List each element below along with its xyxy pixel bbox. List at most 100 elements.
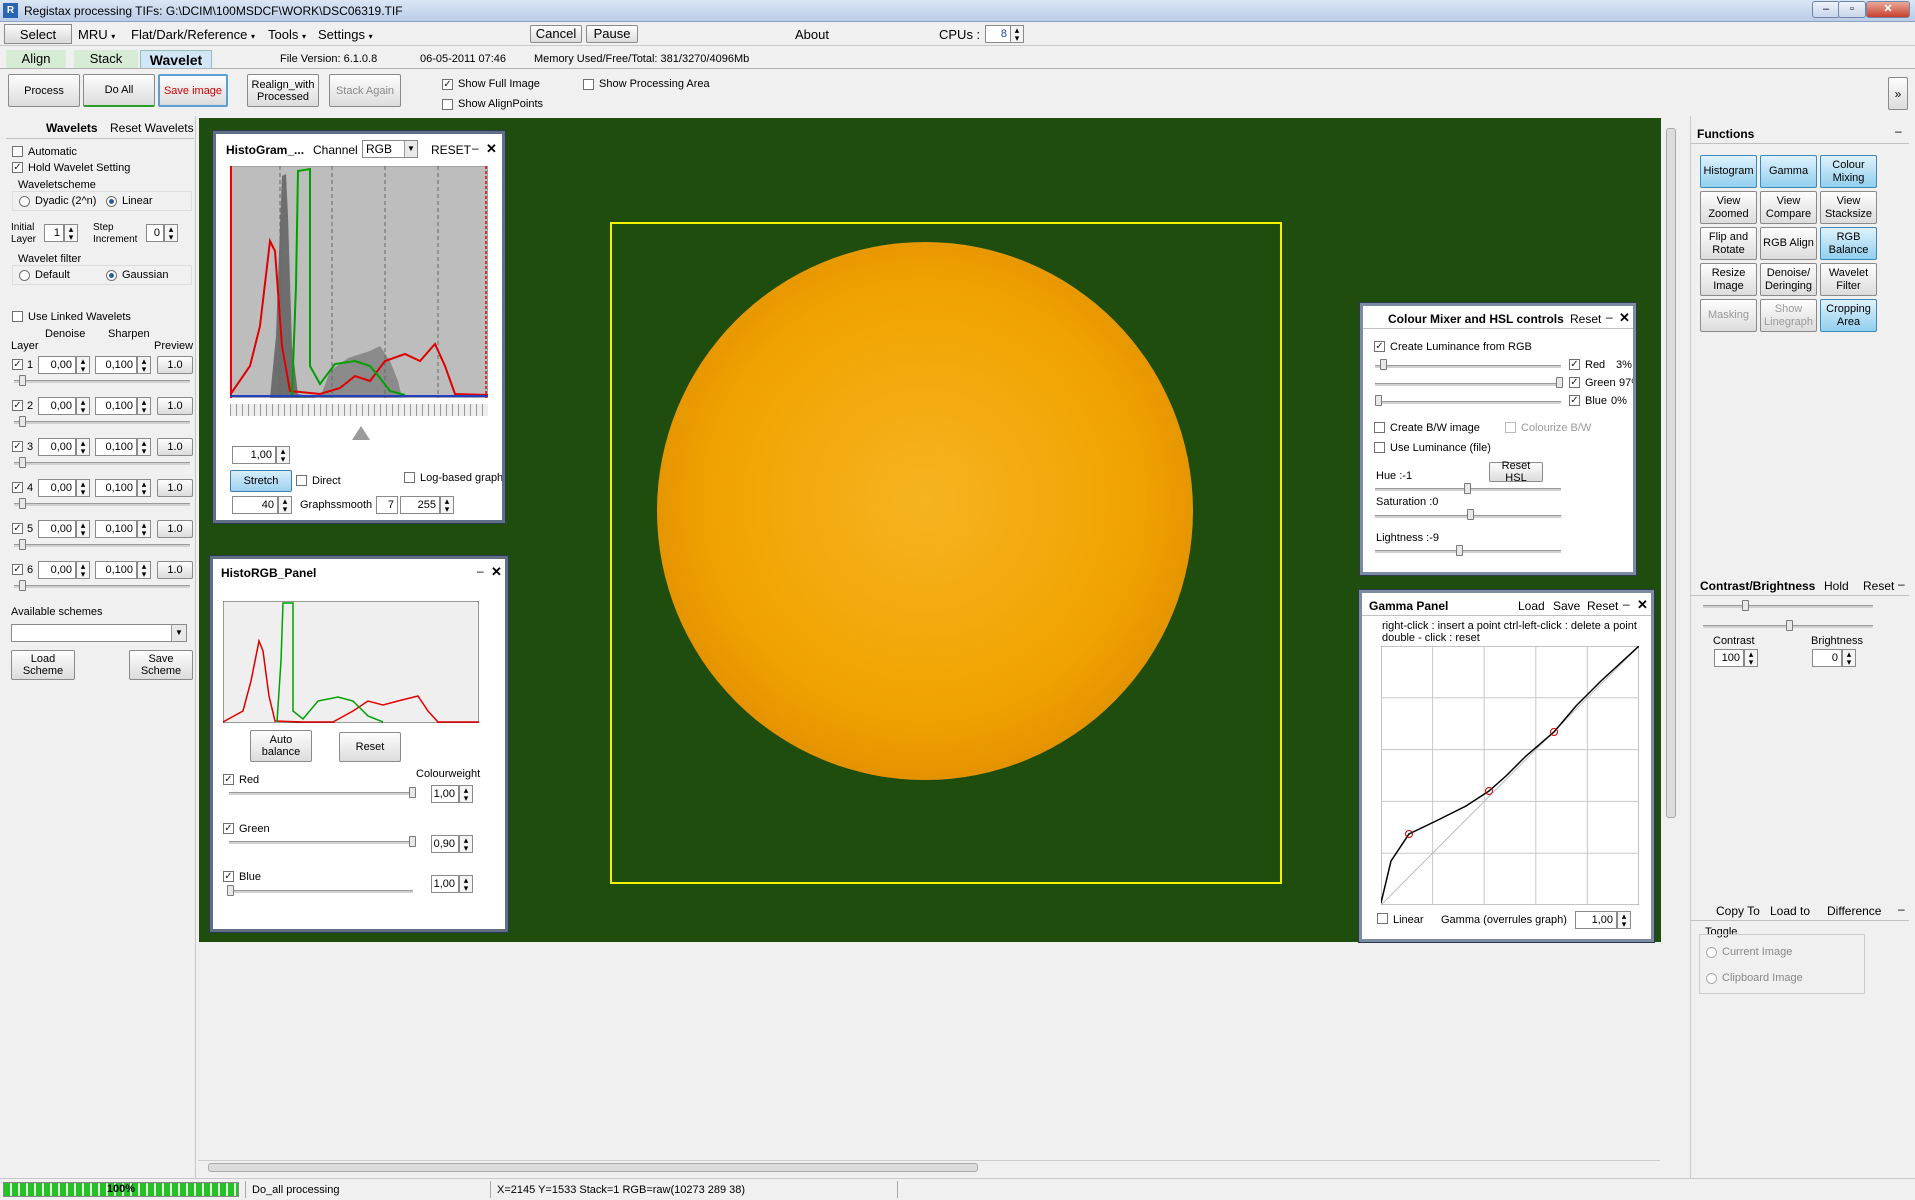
- red-slider[interactable]: [229, 792, 413, 795]
- show-full-image-checkbox[interactable]: ✓: [442, 79, 453, 90]
- load-scheme-button[interactable]: Load Scheme: [11, 650, 75, 680]
- crop-area-rectangle[interactable]: [610, 222, 1282, 884]
- gamma-reset-button[interactable]: Reset: [1587, 599, 1618, 613]
- function-cropping-area-button[interactable]: Cropping Area: [1820, 299, 1877, 332]
- function-masking-button[interactable]: Masking: [1700, 299, 1757, 332]
- green-mix-slider[interactable]: [1375, 383, 1561, 386]
- initial-layer-input[interactable]: 1: [44, 224, 64, 242]
- minimize-icon[interactable]: –: [477, 564, 484, 578]
- load-to-button[interactable]: Load to: [1770, 904, 1810, 918]
- collapse-icon[interactable]: –: [1895, 124, 1902, 138]
- menu-tools[interactable]: Tools ▾: [268, 27, 306, 42]
- contrast-input[interactable]: 100: [1714, 649, 1744, 667]
- function-rgb-balance-button[interactable]: RGB Balance: [1820, 227, 1877, 260]
- scrollbar-thumb[interactable]: [1666, 128, 1676, 818]
- layer-slider[interactable]: [14, 421, 190, 424]
- horizontal-scrollbar[interactable]: [198, 1160, 1660, 1174]
- cancel-button[interactable]: Cancel: [530, 25, 582, 43]
- red-checkbox[interactable]: ✓: [223, 774, 234, 785]
- lightness-slider-thumb[interactable]: [1456, 545, 1463, 556]
- histogram-right-spinner[interactable]: ▴ ▾: [440, 496, 454, 514]
- histo-rgb-reset-button[interactable]: Reset: [339, 732, 401, 762]
- blue-mix-slider[interactable]: [1375, 401, 1561, 404]
- pause-button[interactable]: Pause: [586, 25, 638, 43]
- gamma-value-input[interactable]: 1,00: [1575, 911, 1617, 929]
- collapse-icon[interactable]: –: [1898, 577, 1905, 591]
- copy-to-button[interactable]: Copy To: [1716, 904, 1760, 918]
- preview-button[interactable]: 1.0: [157, 438, 193, 456]
- brightness-input[interactable]: 0: [1812, 649, 1842, 667]
- step-increment-input[interactable]: 0: [146, 224, 164, 242]
- histogram-left-input[interactable]: 40: [232, 496, 278, 514]
- function-view-stacksize-button[interactable]: View Stacksize: [1820, 191, 1877, 224]
- denoise-spinner[interactable]: ▴ ▾: [76, 479, 90, 497]
- layer-slider-thumb[interactable]: [19, 580, 26, 591]
- layer-checkbox[interactable]: ✓: [12, 523, 23, 534]
- red-mix-checkbox[interactable]: ✓: [1569, 359, 1580, 370]
- sharpen-spinner[interactable]: ▴ ▾: [137, 356, 151, 374]
- preview-button[interactable]: 1.0: [157, 479, 193, 497]
- layer-slider[interactable]: [14, 503, 190, 506]
- schemes-dropdown[interactable]: ▼: [11, 624, 187, 642]
- save-scheme-button[interactable]: Save Scheme: [129, 650, 193, 680]
- function-histogram-button[interactable]: Histogram: [1700, 155, 1757, 188]
- green-mix-thumb[interactable]: [1556, 377, 1563, 388]
- layer-checkbox[interactable]: ✓: [12, 441, 23, 452]
- function-resize-image-button[interactable]: Resize Image: [1700, 263, 1757, 296]
- minimize-icon[interactable]: –: [472, 141, 479, 155]
- denoise-input[interactable]: 0,00: [38, 561, 76, 579]
- layer-slider[interactable]: [14, 380, 190, 383]
- denoise-spinner[interactable]: ▴ ▾: [76, 561, 90, 579]
- histogram-left-spinner[interactable]: ▴ ▾: [278, 496, 292, 514]
- gamma-curve-graph[interactable]: [1381, 646, 1639, 905]
- layer-checkbox[interactable]: ✓: [12, 359, 23, 370]
- red-mix-thumb[interactable]: [1380, 359, 1387, 370]
- hue-slider-thumb[interactable]: [1464, 483, 1471, 494]
- use-luminance-checkbox[interactable]: [1374, 442, 1385, 453]
- sharpen-input[interactable]: 0,100: [95, 397, 137, 415]
- green-weight-input[interactable]: 0,90: [431, 835, 459, 853]
- process-button[interactable]: Process: [8, 74, 80, 107]
- difference-button[interactable]: Difference: [1827, 904, 1881, 918]
- function-rgb-align-button[interactable]: RGB Align: [1760, 227, 1817, 260]
- close-window-button[interactable]: ✕: [1866, 1, 1910, 18]
- sharpen-input[interactable]: 0,100: [95, 561, 137, 579]
- green-slider-thumb[interactable]: [409, 836, 416, 847]
- graphsmooth-input[interactable]: 7: [376, 496, 398, 514]
- contrast-slider[interactable]: [1703, 605, 1873, 608]
- denoise-spinner[interactable]: ▴ ▾: [76, 438, 90, 456]
- lightness-slider[interactable]: [1375, 550, 1561, 553]
- green-slider[interactable]: [229, 841, 413, 844]
- reset-wavelets-button[interactable]: Reset Wavelets: [110, 121, 194, 135]
- contrast-spinner[interactable]: ▴ ▾: [1744, 649, 1758, 667]
- layer-checkbox[interactable]: ✓: [12, 482, 23, 493]
- menu-select[interactable]: Select: [4, 24, 72, 44]
- contrast-hold-button[interactable]: Hold: [1824, 579, 1849, 593]
- histogram-right-input[interactable]: 255: [400, 496, 440, 514]
- linear-radio[interactable]: [106, 196, 117, 207]
- gamma-save-button[interactable]: Save: [1553, 599, 1580, 613]
- green-mix-checkbox[interactable]: ✓: [1569, 377, 1580, 388]
- function-gamma-button[interactable]: Gamma: [1760, 155, 1817, 188]
- gamma-value-spinner[interactable]: ▴ ▾: [1617, 911, 1631, 929]
- direct-checkbox[interactable]: [296, 475, 307, 486]
- blue-mix-checkbox[interactable]: ✓: [1569, 395, 1580, 406]
- cpus-input[interactable]: 8: [985, 25, 1011, 43]
- sharpen-spinner[interactable]: ▴ ▾: [137, 479, 151, 497]
- clipboard-image-radio[interactable]: [1706, 973, 1717, 984]
- sharpen-spinner[interactable]: ▴ ▾: [137, 561, 151, 579]
- histogram-value-spinner[interactable]: ▴ ▾: [276, 446, 290, 464]
- green-weight-spinner[interactable]: ▴ ▾: [459, 835, 473, 853]
- menu-settings[interactable]: Settings ▾: [318, 27, 373, 42]
- menu-flat-dark-reference[interactable]: Flat/Dark/Reference ▾: [131, 27, 255, 42]
- stack-again-button[interactable]: Stack Again: [329, 74, 401, 107]
- default-radio[interactable]: [19, 270, 30, 281]
- blue-checkbox[interactable]: ✓: [223, 871, 234, 882]
- histogram-graph[interactable]: [230, 166, 488, 398]
- sharpen-input[interactable]: 0,100: [95, 438, 137, 456]
- histogram-reset-button[interactable]: RESET: [431, 143, 471, 157]
- auto-balance-button[interactable]: Auto balance: [250, 730, 312, 762]
- dyadic-radio[interactable]: [19, 196, 30, 207]
- preview-button[interactable]: 1.0: [157, 520, 193, 538]
- layer-slider[interactable]: [14, 585, 190, 588]
